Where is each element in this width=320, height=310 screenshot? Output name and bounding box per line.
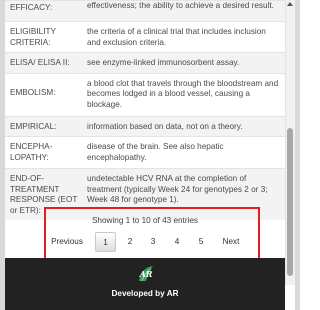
footer-credit: Developed by AR (111, 289, 179, 298)
glossary-table: EFFICACY: effectiveness; the ability to … (5, 0, 285, 220)
glossary-term: ELISA/ ELISA II: (5, 52, 82, 73)
table-row: ENCEPHA-LOPATHY: disease of the brain. S… (5, 136, 285, 169)
glossary-definition: the criteria of a clinical trial that in… (82, 21, 285, 53)
footer: AR Developed by AR (5, 258, 285, 310)
ar-logo-icon: AR (139, 266, 153, 282)
table-row: ELIGIBILITY CRITERIA: the criteria of a … (5, 21, 285, 53)
glossary-term: EMBOLISM: (5, 72, 82, 116)
table-row: EMBOLISM: a blood clot that travels thro… (5, 72, 285, 116)
pagination-highlight-box (44, 207, 260, 263)
table-row: ELISA/ ELISA II: see enzyme-linked immun… (5, 52, 285, 73)
glossary-definition: disease of the brain. See also hepatic e… (82, 136, 285, 169)
glossary-term: ENCEPHA-LOPATHY: (5, 136, 82, 169)
glossary-definition: a blood clot that travels through the bl… (82, 72, 285, 116)
glossary-definition: information based on data, not on a theo… (82, 115, 285, 137)
glossary-term: EMPIRICAL: (5, 115, 82, 137)
scrollbar-thumb[interactable] (287, 128, 293, 276)
vertical-scrollbar[interactable] (285, 0, 295, 285)
table-row: EMPIRICAL: information based on data, no… (5, 115, 285, 137)
scroll-up-arrow-icon[interactable] (287, 2, 293, 6)
glossary-term: ELIGIBILITY CRITERIA: (5, 21, 82, 53)
glossary-term: EFFICACY: (5, 0, 82, 22)
glossary-definition: see enzyme-linked immunosorbent assay. (82, 52, 285, 73)
logo-text: AR (139, 269, 153, 279)
glossary-definition: effectiveness; the ability to achieve a … (82, 0, 285, 22)
glossary-content: EFFICACY: effectiveness; the ability to … (5, 0, 285, 252)
table-row: EFFICACY: effectiveness; the ability to … (5, 0, 285, 22)
